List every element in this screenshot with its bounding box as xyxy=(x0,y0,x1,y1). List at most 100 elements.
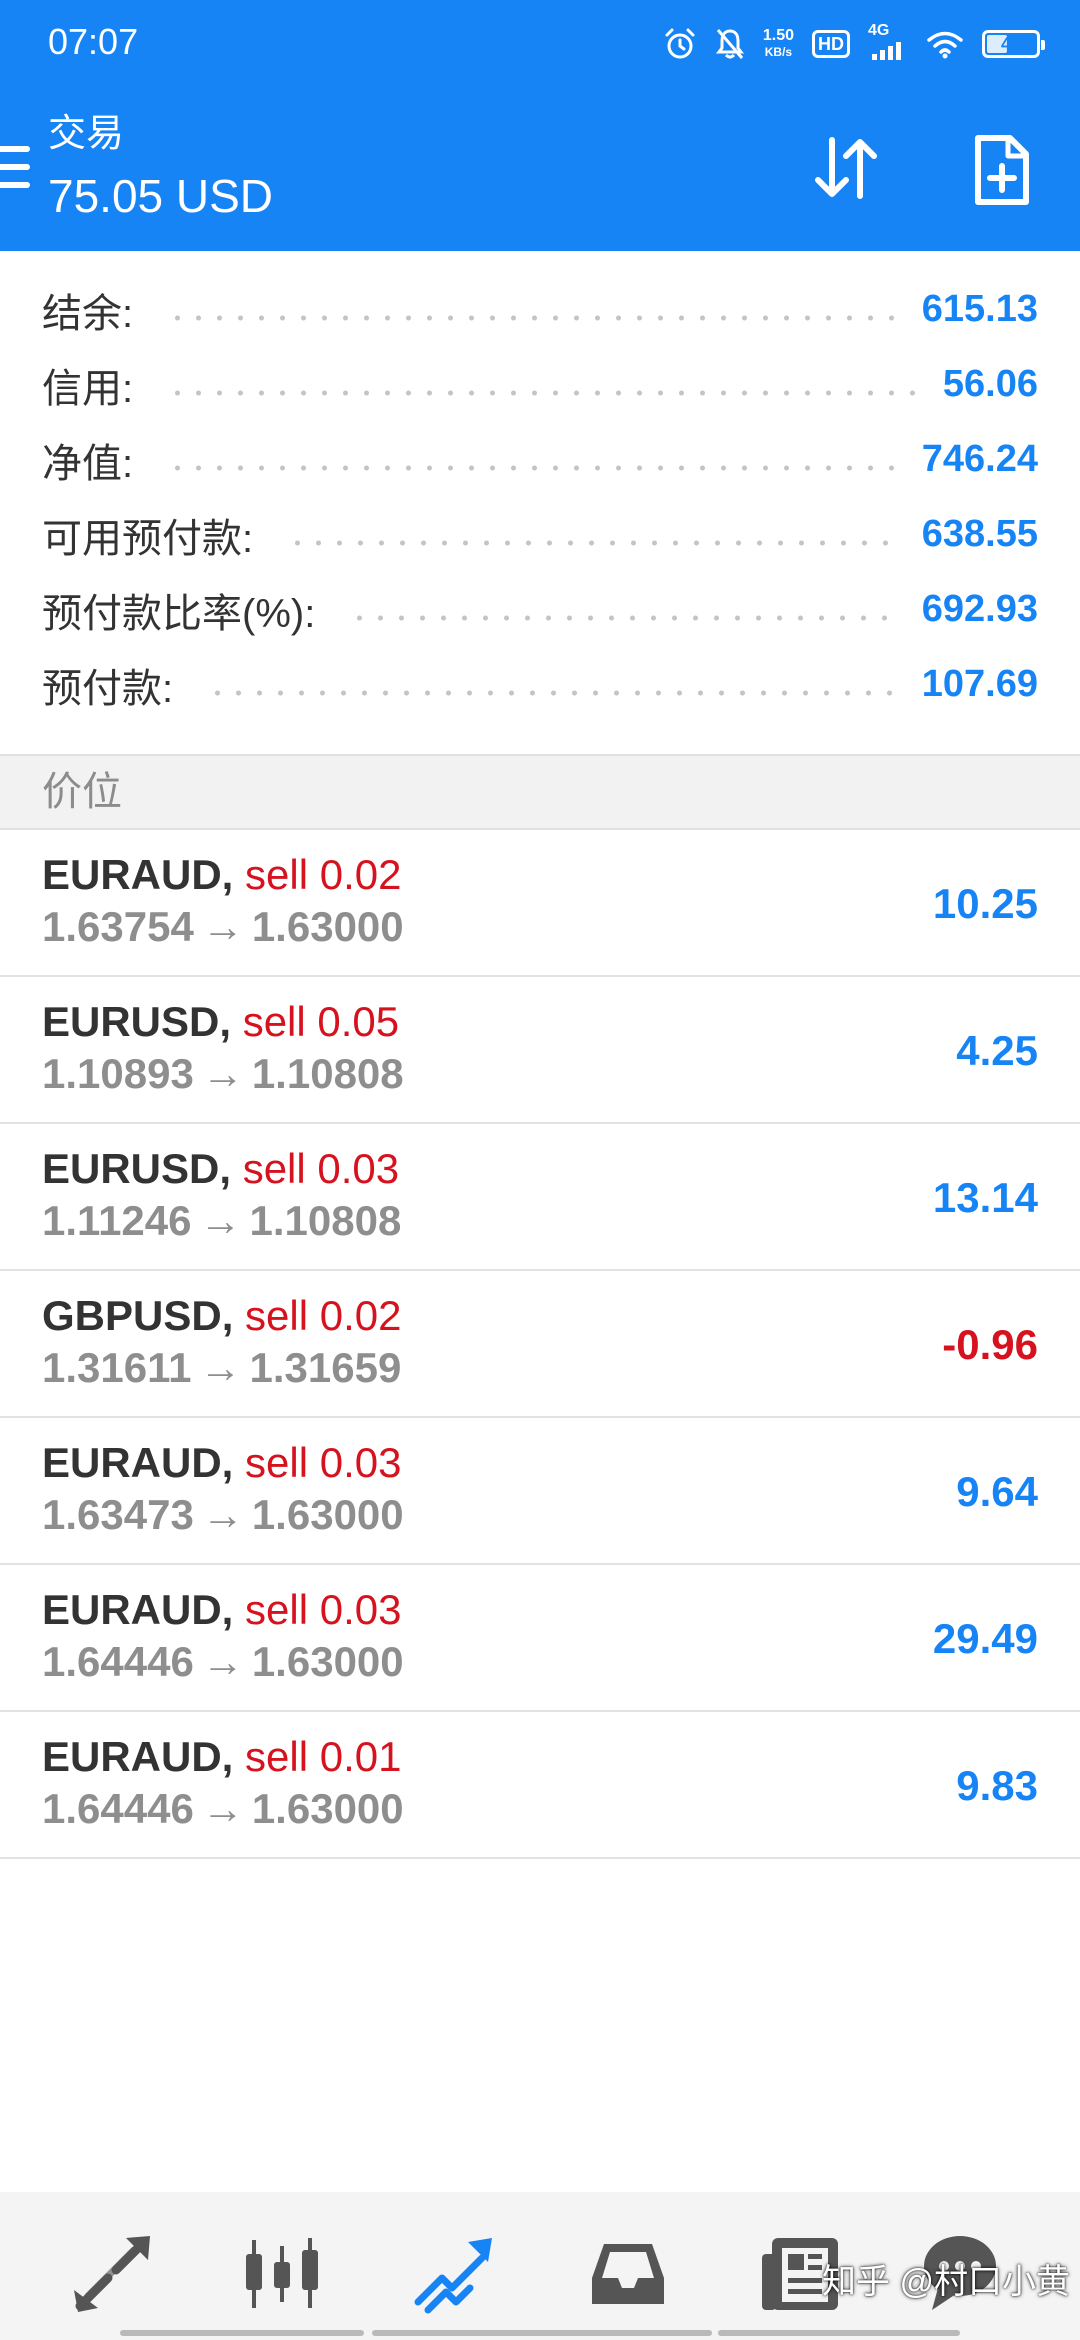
position-row[interactable]: EURUSD, sell 0.03 1.11246 → 1.10808 13.14 xyxy=(0,1124,1080,1271)
position-profit: 9.83 xyxy=(956,1762,1038,1809)
quotes-arrows-icon xyxy=(74,2236,150,2312)
position-header: EURAUD, sell 0.01 xyxy=(42,1732,401,1782)
nav-quotes[interactable] xyxy=(70,2232,154,2316)
summary-label: 净值: xyxy=(42,441,134,486)
position-header: EURUSD, sell 0.05 xyxy=(42,997,399,1047)
position-profit: -0.96 xyxy=(942,1321,1038,1368)
nav-indicator-segment xyxy=(120,2330,364,2336)
position-row[interactable]: GBPUSD, sell 0.02 1.31611 → 1.31659 -0.96 xyxy=(0,1271,1080,1418)
new-order-button[interactable] xyxy=(962,130,1042,210)
price-arrow: → xyxy=(201,1491,244,1538)
nav-trade[interactable] xyxy=(412,2232,496,2316)
position-profit: 9.64 xyxy=(956,1468,1038,1515)
position-separator: , xyxy=(221,851,234,898)
position-prices: 1.10893 → 1.10808 xyxy=(42,1049,404,1099)
inbox-tray-icon xyxy=(592,2244,664,2304)
position-prices: 1.31611 → 1.31659 xyxy=(42,1343,401,1393)
menu-icon[interactable] xyxy=(0,146,30,192)
position-prices: 1.11246 → 1.10808 xyxy=(42,1196,401,1246)
summary-dots xyxy=(167,364,921,405)
position-header: GBPUSD, sell 0.02 xyxy=(42,1291,402,1341)
summary-dots xyxy=(167,439,900,480)
summary-dots xyxy=(287,514,900,555)
position-row[interactable]: EURAUD, sell 0.01 1.64446 → 1.63000 9.83 xyxy=(0,1712,1080,1859)
position-volume: 0.03 xyxy=(319,1586,402,1633)
price-arrow: → xyxy=(199,1197,242,1244)
wifi-icon xyxy=(927,31,963,59)
bottom-nav: 知乎 @村口小黄 xyxy=(0,2192,1080,2340)
summary-row-margin: 预付款: 107.69 xyxy=(0,647,1080,722)
summary-value: 638.55 xyxy=(921,513,1038,555)
summary-label: 信用: xyxy=(42,366,134,411)
price-arrow: → xyxy=(201,1050,244,1097)
price-arrow: → xyxy=(201,1638,244,1685)
app-header: 07:07 1.50 KB/s HD 4G 46 交易 75.05 USD xyxy=(0,0,1080,251)
net-speed-value: 1.50 xyxy=(762,27,794,44)
candlestick-chart-icon xyxy=(246,2238,318,2308)
current-price: 1.10808 xyxy=(251,1050,404,1097)
position-separator: , xyxy=(221,1733,234,1780)
position-volume: 0.02 xyxy=(319,851,402,898)
position-header: EURAUD, sell 0.03 xyxy=(42,1438,401,1488)
position-symbol: EURAUD xyxy=(42,1586,222,1633)
position-separator: , xyxy=(221,1586,234,1633)
position-row[interactable]: EURAUD, sell 0.02 1.63754 → 1.63000 10.25 xyxy=(0,830,1080,977)
header-balance: 75.05 USD xyxy=(48,170,274,222)
nav-indicator-segment xyxy=(372,2330,712,2336)
position-separator: , xyxy=(219,998,232,1045)
battery-level: 46 xyxy=(1000,33,1022,54)
current-price: 1.63000 xyxy=(251,1491,404,1538)
notifications-off-icon xyxy=(715,29,744,59)
summary-dots xyxy=(349,589,900,630)
position-volume: 0.03 xyxy=(317,1145,400,1192)
positions-list: EURAUD, sell 0.02 1.63754 → 1.63000 10.25 … xyxy=(0,830,1080,1859)
summary-value: 615.13 xyxy=(921,288,1038,330)
position-row[interactable]: EURUSD, sell 0.05 1.10893 → 1.10808 4.25 xyxy=(0,977,1080,1124)
net-speed: 1.50 KB/s xyxy=(763,28,794,60)
summary-value: 107.69 xyxy=(921,663,1038,705)
summary-row-balance: 结余: 615.13 xyxy=(0,272,1080,347)
battery-icon: 46 xyxy=(982,30,1045,58)
sort-button[interactable] xyxy=(806,130,886,210)
status-icons: 1.50 KB/s HD 4G 46 xyxy=(663,22,1045,66)
nav-indicator xyxy=(120,2330,960,2336)
current-price: 1.63000 xyxy=(251,1638,404,1685)
position-row[interactable]: EURAUD, sell 0.03 1.64446 → 1.63000 29.49 xyxy=(0,1565,1080,1712)
open-price: 1.64446 xyxy=(42,1785,194,1832)
position-profit: 13.14 xyxy=(932,1174,1038,1221)
position-symbol: EURUSD xyxy=(42,1145,220,1192)
account-summary: 结余: 615.13 信用: 56.06 净值: 746.24 可用预付款: 6… xyxy=(0,272,1080,722)
position-symbol: EURAUD xyxy=(42,1439,222,1486)
position-row[interactable]: EURAUD, sell 0.03 1.63473 → 1.63000 9.64 xyxy=(0,1418,1080,1565)
trade-trend-icon xyxy=(414,2238,492,2314)
position-side: sell xyxy=(242,998,306,1045)
new-order-icon xyxy=(975,135,1029,205)
summary-row-margin-level: 预付款比率(%): 692.93 xyxy=(0,572,1080,647)
summary-label: 可用预付款: xyxy=(42,516,254,561)
summary-value: 746.24 xyxy=(921,438,1038,480)
position-symbol: EURAUD xyxy=(42,851,222,898)
sort-arrows-icon xyxy=(815,137,877,199)
position-symbol: EURUSD xyxy=(42,998,220,1045)
position-header: EURUSD, sell 0.03 xyxy=(42,1144,399,1194)
positions-section-header: 价位 xyxy=(0,754,1080,830)
position-volume: 0.05 xyxy=(317,998,400,1045)
position-symbol: EURAUD xyxy=(42,1733,222,1780)
nav-chart[interactable] xyxy=(240,2232,324,2316)
position-profit: 4.25 xyxy=(956,1027,1038,1074)
current-price: 1.63000 xyxy=(251,903,404,950)
nav-indicator-segment xyxy=(718,2330,960,2336)
position-prices: 1.63473 → 1.63000 xyxy=(42,1490,404,1540)
current-price: 1.31659 xyxy=(249,1344,402,1391)
section-title: 价位 xyxy=(42,770,122,814)
position-prices: 1.64446 → 1.63000 xyxy=(42,1637,404,1687)
summary-dots xyxy=(207,664,900,705)
page-title: 交易 xyxy=(48,113,125,155)
summary-dots xyxy=(167,289,900,330)
open-price: 1.64446 xyxy=(42,1638,194,1685)
position-side: sell xyxy=(242,1145,306,1192)
nav-history[interactable] xyxy=(586,2232,670,2316)
open-price: 1.31611 xyxy=(42,1344,192,1391)
price-arrow: → xyxy=(201,903,244,950)
signal-indicator: 4G xyxy=(868,22,908,62)
